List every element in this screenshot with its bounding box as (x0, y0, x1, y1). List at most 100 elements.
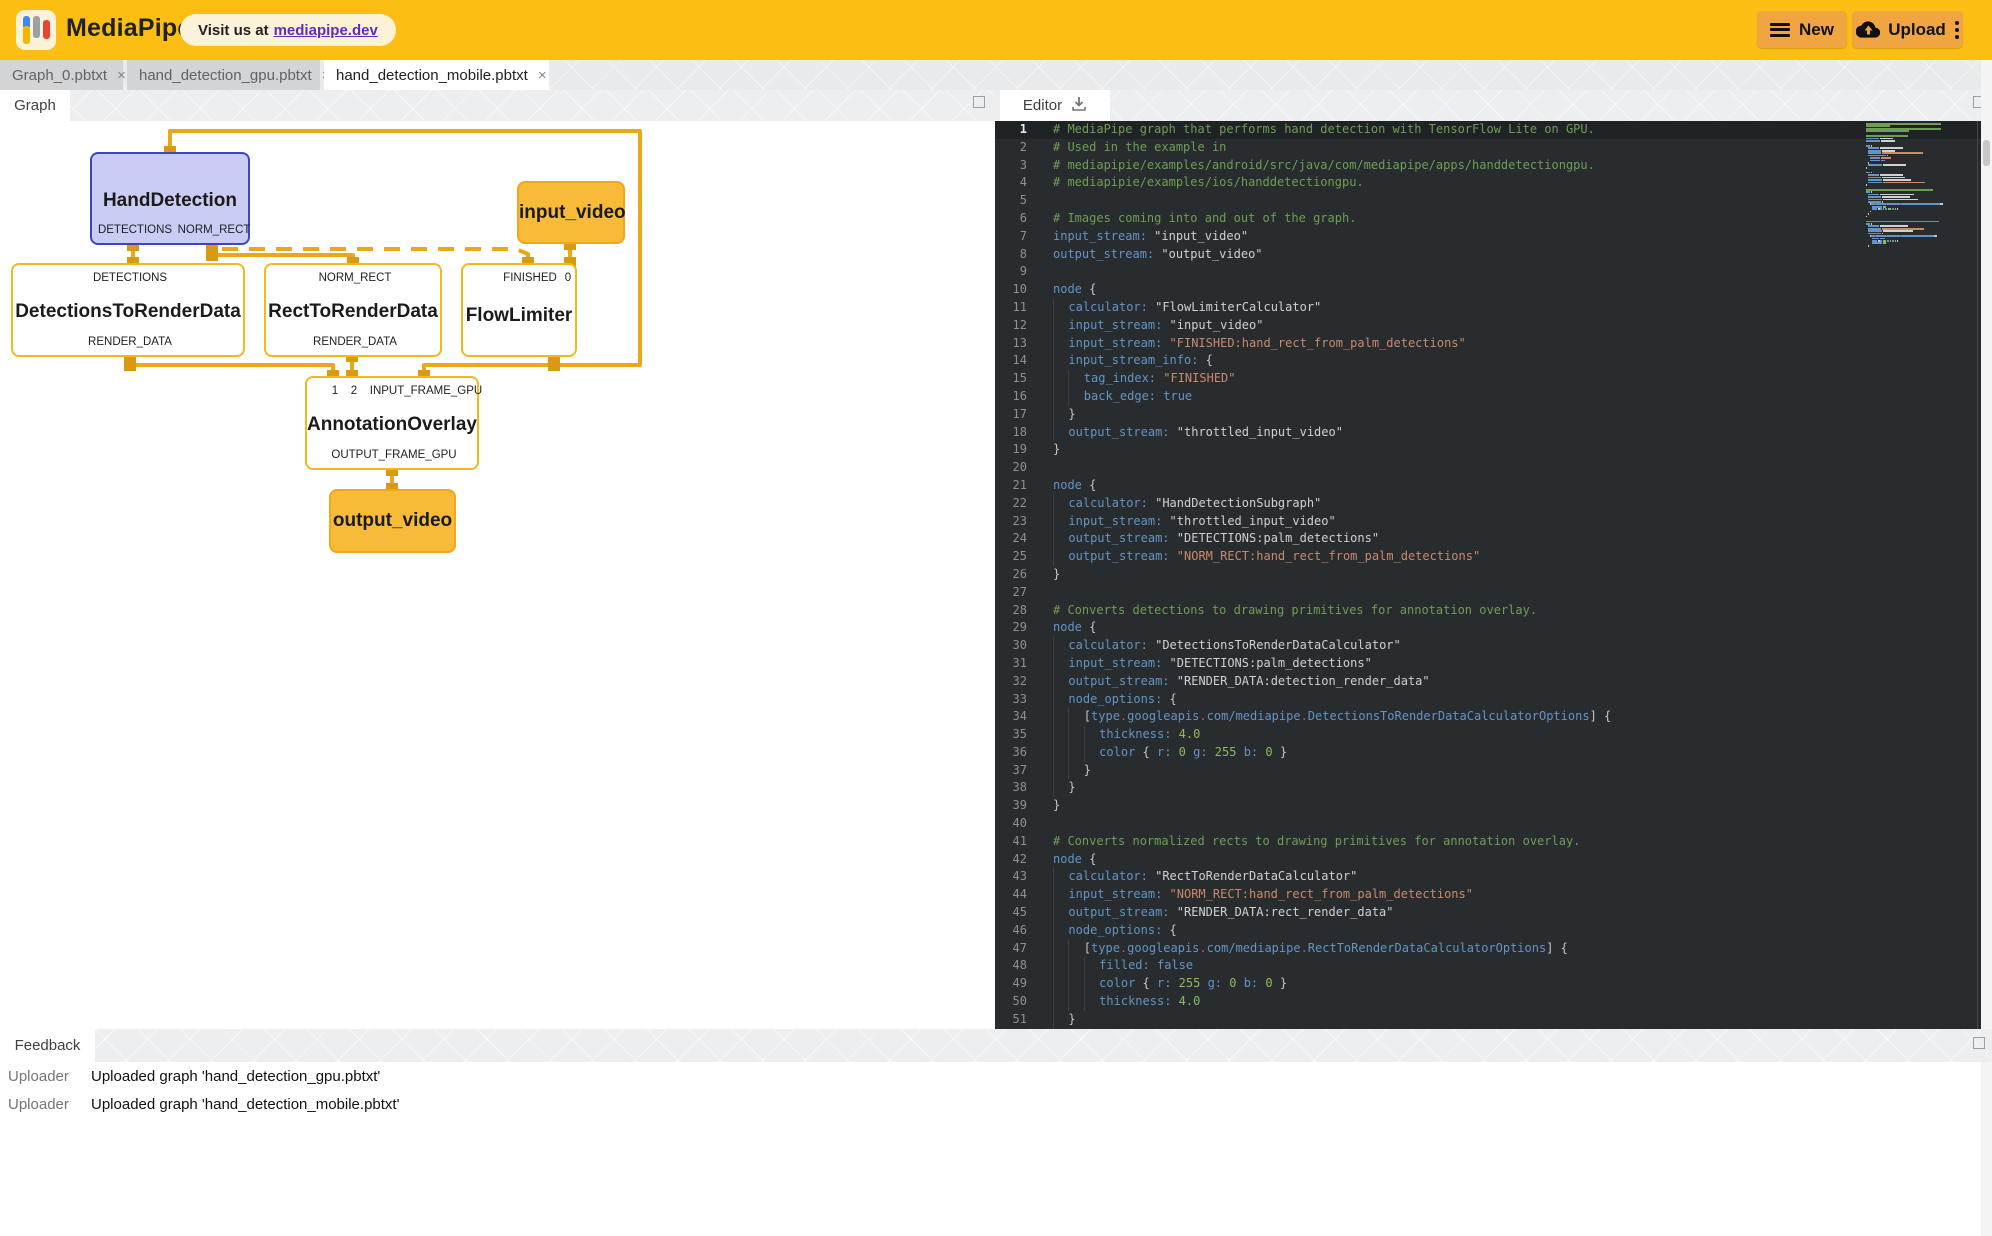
code-line-28[interactable]: 28# Converts detections to drawing primi… (995, 602, 1981, 620)
code-line-44[interactable]: 44input_stream: "NORM_RECT:hand_rect_fro… (995, 886, 1981, 904)
code-line-40[interactable]: 40 (995, 815, 1981, 833)
output-port-label: RENDER_DATA (313, 336, 397, 348)
code-text: output_stream: "NORM_RECT:hand_rect_from… (1041, 548, 1981, 566)
feedback-row: UploaderUploaded graph 'hand_detection_m… (0, 1090, 1992, 1118)
download-icon[interactable] (1071, 96, 1087, 116)
code-text (1041, 459, 1981, 477)
file-tab-hand_detection_gpu.pbtxt[interactable]: hand_detection_gpu.pbtxt× (127, 60, 320, 90)
code-line-17[interactable]: 17} (995, 406, 1981, 424)
file-tab-hand_detection_mobile.pbtxt[interactable]: hand_detection_mobile.pbtxt× (324, 60, 549, 90)
code-line-50[interactable]: 50thickness: 4.0 (995, 993, 1981, 1011)
graph-node-HandDetection[interactable]: HandDetectionDETECTIONSNORM_RECT (90, 152, 250, 245)
line-number: 25 (995, 548, 1041, 566)
code-line-37[interactable]: 37} (995, 762, 1981, 780)
code-line-25[interactable]: 25output_stream: "NORM_RECT:hand_rect_fr… (995, 548, 1981, 566)
code-line-14[interactable]: 14input_stream_info: { (995, 352, 1981, 370)
graph-node-output_video[interactable]: output_video (329, 489, 456, 553)
code-line-46[interactable]: 46node_options: { (995, 922, 1981, 940)
code-line-2[interactable]: 2# Used in the example in (995, 139, 1981, 157)
code-line-30[interactable]: 30calculator: "DetectionsToRenderDataCal… (995, 637, 1981, 655)
code-line-21[interactable]: 21node { (995, 477, 1981, 495)
tab-graph[interactable]: Graph (0, 90, 70, 121)
code-line-12[interactable]: 12input_stream: "input_video" (995, 317, 1981, 335)
new-button[interactable]: New (1757, 11, 1847, 48)
code-line-43[interactable]: 43calculator: "RectToRenderDataCalculato… (995, 868, 1981, 886)
code-line-42[interactable]: 42node { (995, 851, 1981, 869)
code-line-24[interactable]: 24output_stream: "DETECTIONS:palm_detect… (995, 530, 1981, 548)
code-line-38[interactable]: 38} (995, 779, 1981, 797)
code-line-8[interactable]: 8output_stream: "output_video" (995, 246, 1981, 264)
mediapipe-dev-link[interactable]: mediapipe.dev (274, 22, 378, 39)
code-line-36[interactable]: 36color { r: 0 g: 255 b: 0 } (995, 744, 1981, 762)
more-options-icon[interactable] (1955, 21, 1959, 39)
code-line-13[interactable]: 13input_stream: "FINISHED:hand_rect_from… (995, 335, 1981, 353)
minimap-line (1866, 133, 1972, 135)
graph-node-RectToRenderData[interactable]: RectToRenderDataNORM_RECTRENDER_DATA (264, 263, 442, 357)
code-line-49[interactable]: 49color { r: 255 g: 0 b: 0 } (995, 975, 1981, 993)
minimap-line (1866, 213, 1972, 215)
line-number: 21 (995, 477, 1041, 495)
file-tab-label: hand_detection_gpu.pbtxt (139, 67, 312, 84)
code-line-27[interactable]: 27 (995, 584, 1981, 602)
code-line-11[interactable]: 11calculator: "FlowLimiterCalculator" (995, 299, 1981, 317)
code-text (1041, 263, 1981, 281)
code-line-39[interactable]: 39} (995, 797, 1981, 815)
expand-feedback-panel-icon[interactable] (1973, 1037, 1985, 1049)
code-line-47[interactable]: 47[type.googleapis.com/mediapipe.RectToR… (995, 940, 1981, 958)
graph-canvas[interactable]: HandDetectionDETECTIONSNORM_RECT input_vi… (0, 121, 995, 1029)
code-line-5[interactable]: 5 (995, 192, 1981, 210)
code-line-10[interactable]: 10node { (995, 281, 1981, 299)
code-line-15[interactable]: 15tag_index: "FINISHED" (995, 370, 1981, 388)
code-line-6[interactable]: 6# Images coming into and out of the gra… (995, 210, 1981, 228)
code-text: # Images coming into and out of the grap… (1041, 210, 1981, 228)
output-port-label: RENDER_DATA (88, 336, 172, 348)
code-line-4[interactable]: 4# mediapipie/examples/ios/handdetection… (995, 174, 1981, 192)
graph-node-DetectionsToRenderData[interactable]: DetectionsToRenderDataDETECTIONSRENDER_D… (11, 263, 245, 357)
code-text: } (1041, 441, 1981, 459)
code-line-51[interactable]: 51} (995, 1011, 1981, 1029)
code-line-18[interactable]: 18output_stream: "throttled_input_video" (995, 424, 1981, 442)
graph-node-input_video[interactable]: input_video (517, 181, 625, 244)
code-line-23[interactable]: 23input_stream: "throttled_input_video" (995, 513, 1981, 531)
code-line-33[interactable]: 33node_options: { (995, 691, 1981, 709)
code-line-16[interactable]: 16back_edge: true (995, 388, 1981, 406)
code-line-34[interactable]: 34[type.googleapis.com/mediapipe.Detecti… (995, 708, 1981, 726)
minimap-line (1866, 177, 1972, 179)
code-text: output_stream: "RENDER_DATA:detection_re… (1041, 673, 1981, 691)
graph-node-FlowLimiter[interactable]: FlowLimiterFINISHED0 (461, 263, 577, 357)
graph-node-AnnotationOverlay[interactable]: AnnotationOverlay12INPUT_FRAME_GPUOUTPUT… (305, 376, 479, 470)
minimap-line (1866, 230, 1972, 232)
scrollbar-thumb[interactable] (1983, 140, 1990, 166)
code-line-7[interactable]: 7input_stream: "input_video" (995, 228, 1981, 246)
code-editor[interactable]: 1# MediaPipe graph that performs hand de… (995, 121, 1981, 1029)
code-line-31[interactable]: 31input_stream: "DETECTIONS:palm_detecti… (995, 655, 1981, 673)
code-line-22[interactable]: 22calculator: "HandDetectionSubgraph" (995, 495, 1981, 513)
expand-graph-panel-icon[interactable] (973, 96, 985, 108)
code-text: output_stream: "throttled_input_video" (1041, 424, 1981, 442)
code-line-41[interactable]: 41# Converts normalized rects to drawing… (995, 833, 1981, 851)
editor-minimap[interactable] (1866, 123, 1972, 247)
minimap-line (1866, 235, 1972, 237)
code-line-29[interactable]: 29node { (995, 619, 1981, 637)
close-tab-icon[interactable]: × (538, 68, 547, 83)
close-tab-icon[interactable]: × (117, 68, 126, 83)
code-line-9[interactable]: 9 (995, 263, 1981, 281)
code-line-20[interactable]: 20 (995, 459, 1981, 477)
code-line-35[interactable]: 35thickness: 4.0 (995, 726, 1981, 744)
code-text: [type.googleapis.com/mediapipe.Detection… (1041, 708, 1981, 726)
code-line-1[interactable]: 1# MediaPipe graph that performs hand de… (995, 121, 1981, 139)
code-line-45[interactable]: 45output_stream: "RENDER_DATA:rect_rende… (995, 904, 1981, 922)
tab-editor[interactable]: Editor (1000, 90, 1110, 121)
file-tab-Graph_0.pbtxt[interactable]: Graph_0.pbtxt× (0, 60, 123, 90)
code-line-19[interactable]: 19} (995, 441, 1981, 459)
code-line-48[interactable]: 48filled: false (995, 957, 1981, 975)
feedback-message: Uploaded graph 'hand_detection_gpu.pbtxt… (91, 1068, 380, 1085)
tab-feedback[interactable]: Feedback (0, 1029, 95, 1062)
code-line-26[interactable]: 26} (995, 566, 1981, 584)
minimap-line (1866, 179, 1972, 181)
code-line-32[interactable]: 32output_stream: "RENDER_DATA:detection_… (995, 673, 1981, 691)
upload-button[interactable]: Upload (1852, 11, 1963, 48)
code-line-3[interactable]: 3# mediapipie/examples/android/src/java/… (995, 157, 1981, 175)
code-text: thickness: 4.0 (1041, 993, 1981, 1011)
code-text: input_stream: "FINISHED:hand_rect_from_p… (1041, 335, 1981, 353)
